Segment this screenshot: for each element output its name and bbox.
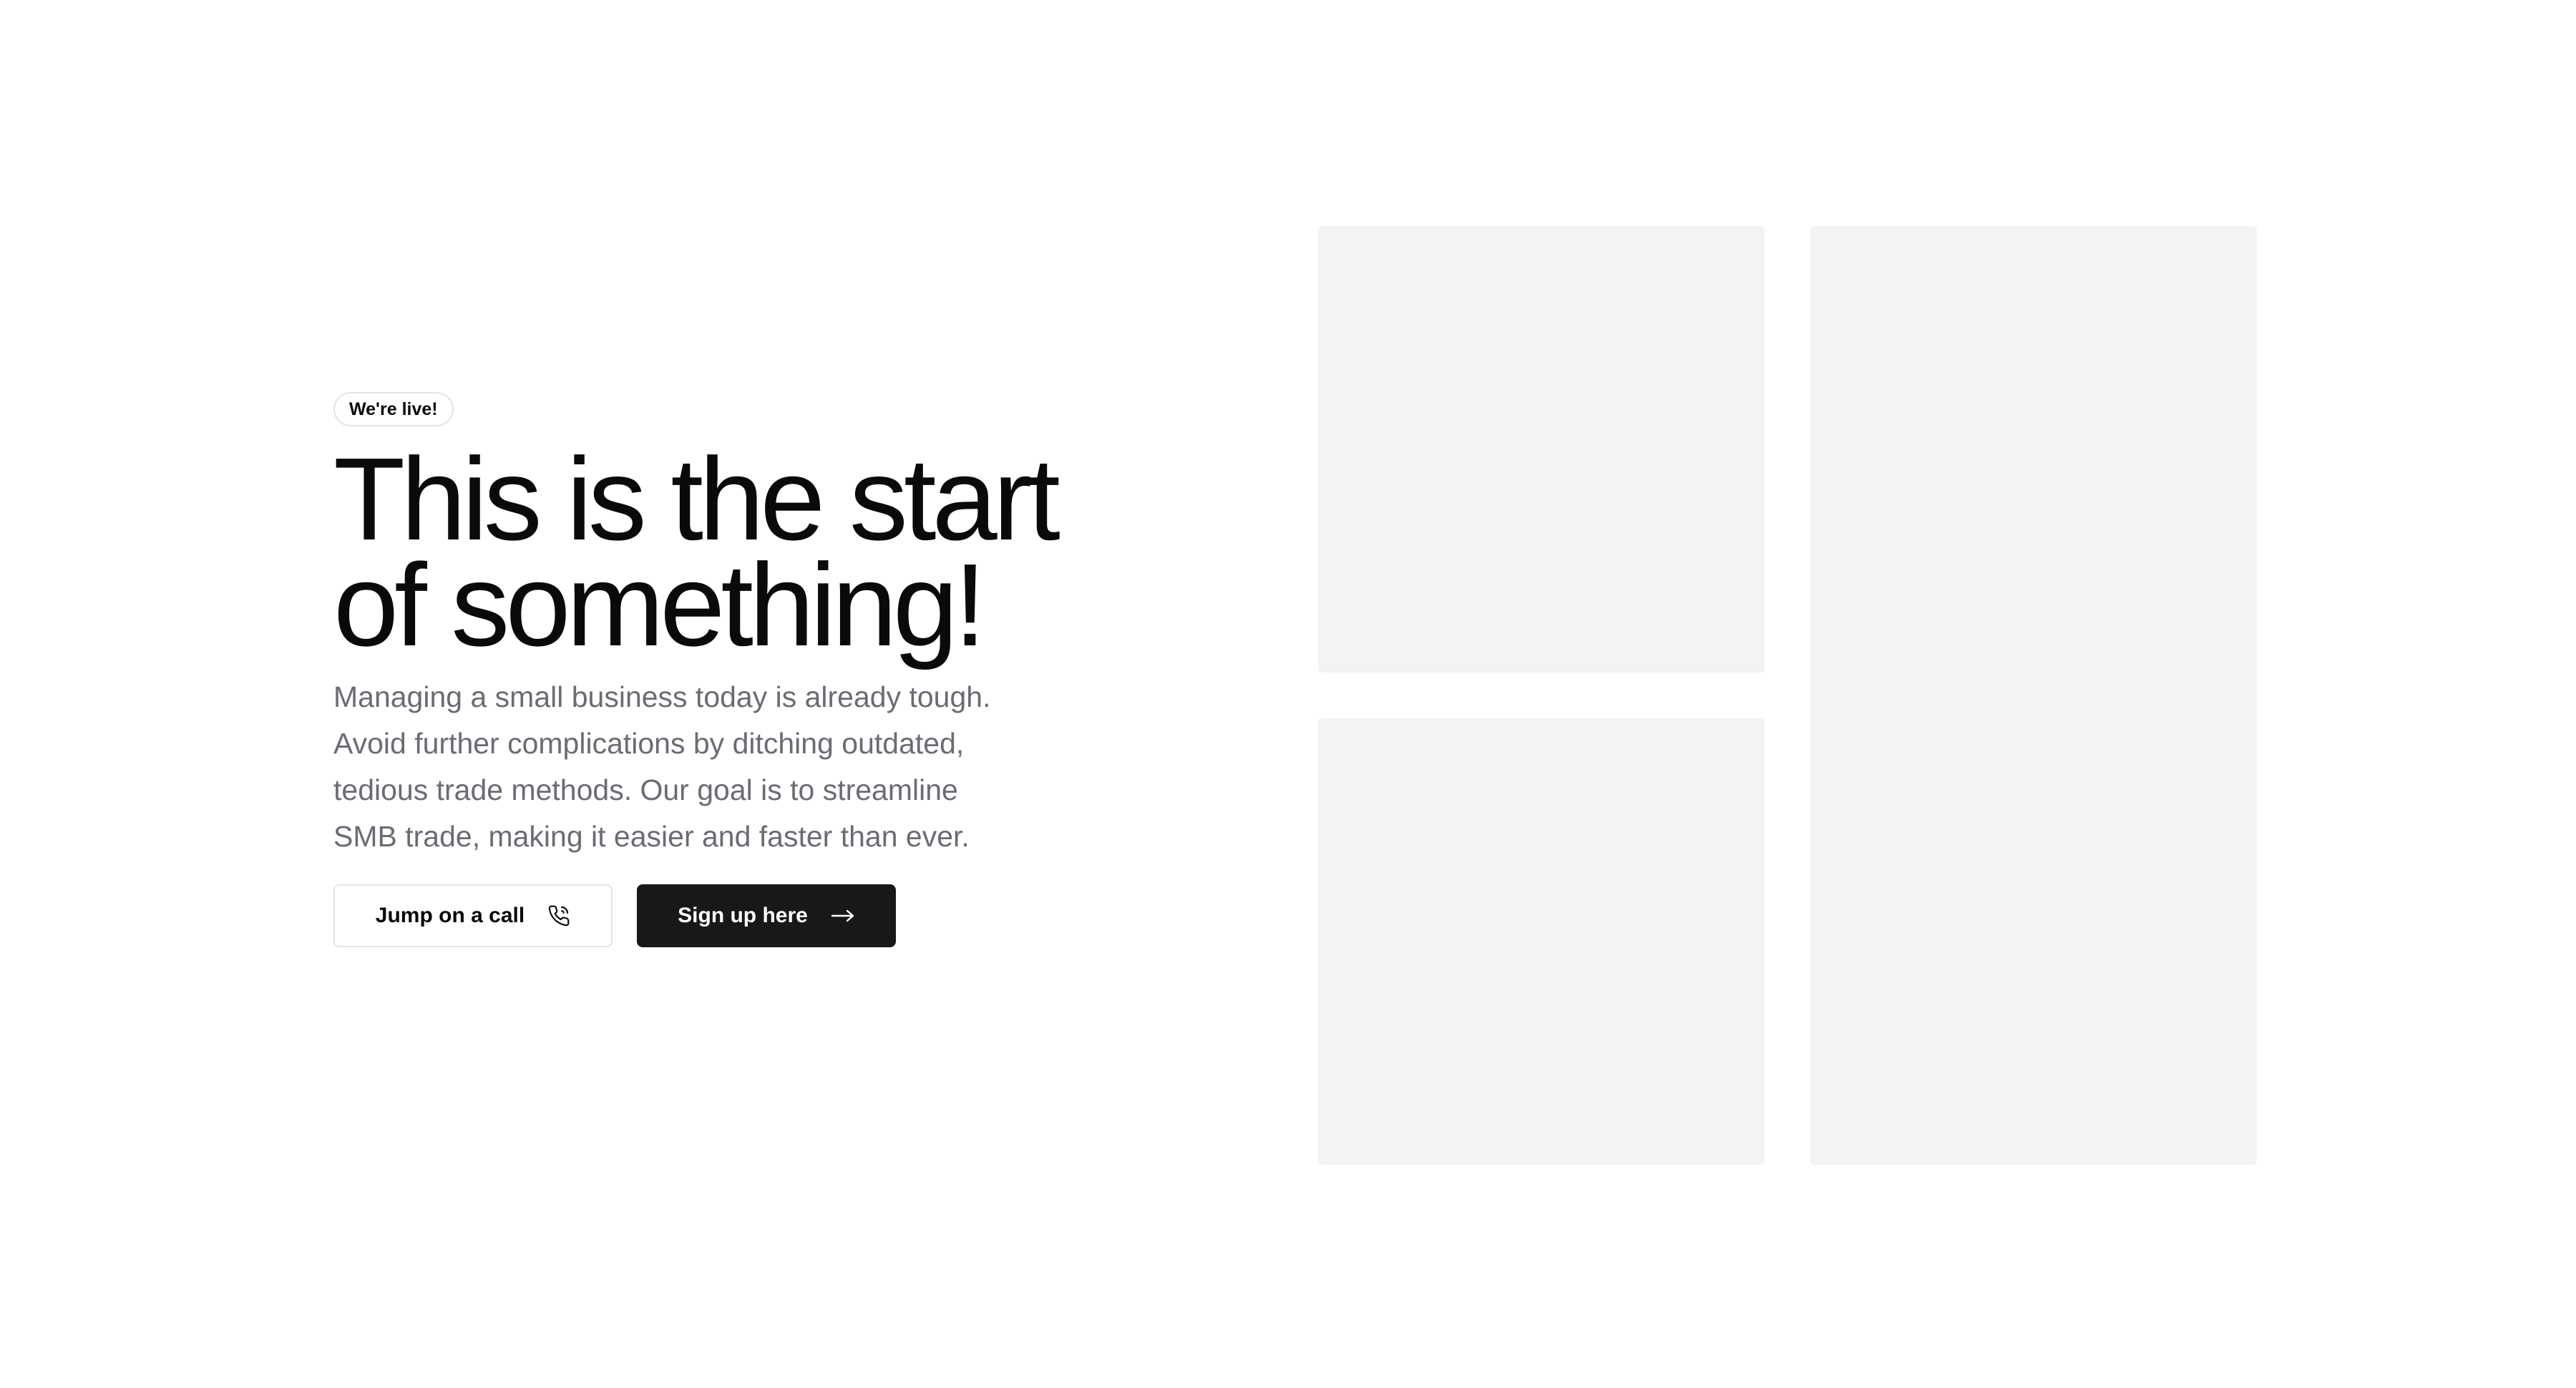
hero-section: We're live! This is the start of somethi… xyxy=(0,0,2576,1388)
hero-title: This is the start of something! xyxy=(333,441,1092,664)
jump-on-call-button[interactable]: Jump on a call xyxy=(333,884,613,947)
image-placeholder-bottom-left xyxy=(1318,718,1765,1165)
arrow-right-icon xyxy=(831,909,855,923)
image-placeholder-tall-right xyxy=(1810,226,2257,1165)
sign-up-button[interactable]: Sign up here xyxy=(637,884,896,947)
phone-icon xyxy=(547,904,570,927)
hero-content: We're live! This is the start of somethi… xyxy=(333,392,1092,947)
live-badge: We're live! xyxy=(333,392,454,426)
hero-actions: Jump on a call Sign up here xyxy=(333,884,1092,947)
image-placeholder-top-left xyxy=(1318,226,1765,673)
sign-up-label: Sign up here xyxy=(678,904,808,927)
jump-on-call-label: Jump on a call xyxy=(375,904,525,927)
hero-description: Managing a small business today is alrea… xyxy=(333,680,991,853)
hero-title-line-2: of something! xyxy=(333,539,987,670)
